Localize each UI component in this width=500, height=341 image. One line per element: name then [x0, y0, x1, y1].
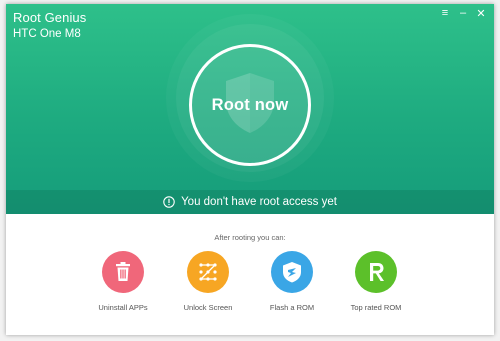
top-rated-rom-label: Top rated ROM: [350, 303, 402, 312]
top-rated-circle: [355, 251, 397, 293]
feature-uninstall-apps[interactable]: Uninstall APPs: [78, 251, 168, 312]
unlock-screen-label: Unlock Screen: [183, 303, 233, 312]
flash-circle: [271, 251, 313, 293]
root-now-button[interactable]: Root now: [189, 44, 311, 166]
device-name: HTC One M8: [13, 28, 81, 40]
unlock-circle: [187, 251, 229, 293]
close-icon[interactable]: ✕: [474, 6, 488, 20]
shield-flash-icon: [283, 262, 301, 283]
minimize-icon[interactable]: –: [456, 6, 470, 20]
feature-top-rated-rom[interactable]: Top rated ROM: [331, 251, 421, 312]
window-controls: ≡ – ✕: [438, 6, 488, 20]
feature-flash-rom[interactable]: Flash a ROM: [247, 251, 337, 312]
uninstall-circle: [102, 251, 144, 293]
flash-rom-label: Flash a ROM: [269, 303, 315, 312]
status-bar: You don't have root access yet: [6, 190, 494, 214]
hero-panel: Root Genius HTC One M8 ≡ – ✕ Root now Yo…: [6, 4, 494, 214]
app-window: Root Genius HTC One M8 ≡ – ✕ Root now Yo…: [6, 4, 494, 335]
pattern-unlock-icon: [199, 263, 217, 281]
after-rooting-label: After rooting you can:: [214, 233, 286, 242]
trash-icon: [116, 262, 130, 281]
uninstall-apps-label: Uninstall APPs: [98, 303, 148, 312]
root-status-text: You don't have root access yet: [181, 196, 337, 208]
screen-background: Root Genius HTC One M8 ≡ – ✕ Root now Yo…: [0, 0, 500, 341]
app-title: Root Genius: [13, 10, 87, 25]
menu-icon[interactable]: ≡: [438, 6, 452, 20]
r-logo-icon: [370, 263, 384, 281]
root-now-label: Root now: [211, 95, 289, 114]
info-circle-icon: [163, 196, 175, 208]
feature-unlock-screen[interactable]: Unlock Screen: [163, 251, 253, 312]
features-panel: After rooting you can: Uninstall APPs Un…: [6, 214, 494, 335]
